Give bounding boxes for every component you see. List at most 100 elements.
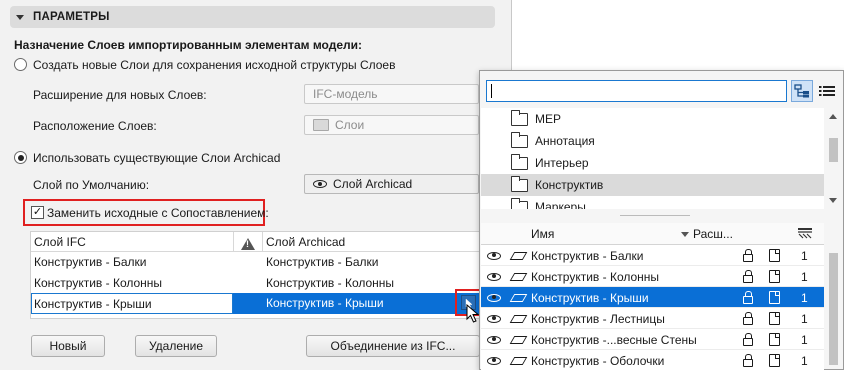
- lock-icon[interactable]: [743, 269, 753, 283]
- table-row-archicad[interactable]: Конструктив - Колонны: [266, 273, 394, 293]
- extension-field: IFC-модель: [304, 84, 479, 104]
- layer-list-scrollbar[interactable]: [825, 245, 841, 370]
- extension-label: Расширение для новых Слоев:: [33, 88, 207, 102]
- 3d-wireframe-icon[interactable]: [509, 293, 528, 302]
- scroll-up-icon[interactable]: [829, 114, 837, 119]
- layer-number: 1: [801, 290, 808, 305]
- replace-checkbox[interactable]: ✓: [31, 206, 44, 219]
- location-field: Слои: [304, 115, 479, 135]
- folder-item-selected[interactable]: Конструктив: [481, 174, 824, 196]
- eye-icon[interactable]: [487, 251, 501, 260]
- table-row-archicad[interactable]: Конструктив - Крыши: [266, 293, 384, 313]
- table-row-archicad[interactable]: Конструктив - Балки: [266, 252, 378, 272]
- folder-icon: [511, 175, 528, 192]
- document-icon[interactable]: [769, 270, 780, 283]
- lock-icon[interactable]: [743, 290, 753, 304]
- layer-row[interactable]: Конструктив - Балки 1: [481, 245, 824, 266]
- settings-panel: ПАРАМЕТРЫ Назначение Слоев импортированн…: [0, 0, 512, 370]
- folder-item[interactable]: Аннотация: [481, 130, 824, 152]
- 3d-wireframe-icon[interactable]: [509, 272, 528, 281]
- intersection-group-icon: [798, 228, 812, 239]
- section-title: ПАРАМЕТРЫ: [33, 11, 110, 23]
- layer-row-selected[interactable]: Конструктив - Крыши 1: [481, 287, 824, 308]
- eye-icon[interactable]: [487, 272, 501, 281]
- delete-button[interactable]: Удаление: [135, 335, 217, 357]
- folder-icon: [511, 109, 528, 126]
- document-icon[interactable]: [769, 312, 780, 325]
- eye-icon[interactable]: [487, 356, 501, 365]
- table-row-ifc[interactable]: Конструктив - Балки: [34, 252, 146, 272]
- layer-name: Конструктив - Оболочки: [531, 353, 665, 368]
- document-icon[interactable]: [769, 291, 780, 304]
- table-row-ifc[interactable]: Конструктив - Крыши: [31, 293, 233, 314]
- default-layer-select[interactable]: Слой Archicad: [304, 174, 479, 194]
- lock-icon[interactable]: [743, 353, 753, 367]
- folder-icon: [511, 153, 528, 170]
- folder-scrollbar[interactable]: [825, 108, 841, 209]
- 3d-wireframe-icon[interactable]: [509, 251, 528, 260]
- eye-icon[interactable]: [487, 293, 501, 302]
- layer-list-header: Имя Расш...: [481, 223, 824, 245]
- layer-name: Конструктив - Балки: [531, 248, 644, 263]
- col-ifc-header[interactable]: Слой IFC: [34, 232, 86, 252]
- folder-label: MEP: [535, 112, 562, 126]
- 3d-wireframe-icon[interactable]: [509, 356, 528, 365]
- col-divider: [262, 232, 263, 252]
- 3d-wireframe-icon[interactable]: [509, 335, 528, 344]
- col-archicad-header[interactable]: Слой Archicad: [266, 232, 345, 252]
- name-column-header[interactable]: Имя: [531, 227, 554, 241]
- collapse-triangle-icon[interactable]: [16, 14, 24, 20]
- layer-number: 1: [801, 311, 808, 326]
- radio-use-existing[interactable]: [14, 151, 27, 164]
- folder-icon: [511, 131, 528, 148]
- layer-row[interactable]: Конструктив - Лестницы 1: [481, 308, 824, 329]
- assign-title: Назначение Слоев импортированным элемент…: [14, 38, 363, 52]
- radio-existing-label: Использовать существующие Слои Archicad: [33, 151, 281, 165]
- list-view-icon[interactable]: [816, 80, 838, 102]
- layer-name: Конструктив - Лестницы: [531, 311, 665, 326]
- folder-item[interactable]: Маркеры: [481, 196, 824, 209]
- new-button[interactable]: Новый: [31, 335, 105, 357]
- 3d-wireframe-icon[interactable]: [509, 314, 528, 323]
- layer-row[interactable]: Конструктив - Оболочки 1: [481, 350, 824, 370]
- folder-label: Маркеры: [535, 200, 586, 209]
- eye-icon[interactable]: [487, 314, 501, 323]
- layer-row[interactable]: Конструктив -...весные Стены 1: [481, 329, 824, 350]
- document-icon[interactable]: [769, 333, 780, 346]
- ext-column-header[interactable]: Расш...: [693, 227, 733, 241]
- folder-tree: MEP Аннотация Интерьер Конструктив Марке…: [481, 108, 824, 209]
- layer-picker-popup: MEP Аннотация Интерьер Конструктив Марке…: [479, 70, 844, 370]
- lock-icon[interactable]: [743, 332, 753, 346]
- layer-list: Имя Расш... Конструктив - Балки 1 Констр…: [481, 223, 824, 370]
- extension-value: IFC-модель: [313, 87, 378, 101]
- document-icon[interactable]: [769, 249, 780, 262]
- mouse-cursor-icon: [466, 304, 480, 323]
- folder-item[interactable]: MEP: [481, 108, 824, 130]
- lock-icon[interactable]: [743, 248, 753, 262]
- search-input[interactable]: [486, 80, 787, 102]
- scroll-thumb[interactable]: [829, 253, 838, 365]
- folder-label: Интерьер: [535, 156, 589, 170]
- eye-icon[interactable]: [487, 335, 501, 344]
- layer-name: Конструктив - Крыши: [531, 290, 649, 305]
- location-value: Слои: [335, 118, 365, 132]
- document-icon[interactable]: [769, 354, 780, 367]
- folder-label: Конструктив: [535, 178, 604, 192]
- scroll-down-icon[interactable]: [829, 198, 837, 203]
- layer-number: 1: [801, 269, 808, 284]
- table-row-ifc[interactable]: Конструктив - Колонны: [34, 273, 162, 293]
- lock-icon[interactable]: [743, 311, 753, 325]
- folder-icon: [313, 119, 329, 131]
- tree-view-icon[interactable]: [791, 80, 813, 102]
- scroll-thumb[interactable]: [829, 138, 838, 162]
- layer-number: 1: [801, 332, 808, 347]
- splitter-handle[interactable]: [620, 215, 690, 216]
- section-header[interactable]: ПАРАМЕТРЫ: [10, 6, 495, 28]
- layer-row[interactable]: Конструктив - Колонны 1: [481, 266, 824, 287]
- radio-create-layers[interactable]: [14, 58, 27, 71]
- text-caret: [491, 84, 492, 98]
- radio-create-label: Создать новые Слои для сохранения исходн…: [33, 58, 396, 72]
- folder-item[interactable]: Интерьер: [481, 152, 824, 174]
- layer-name: Конструктив -...весные Стены: [531, 332, 697, 347]
- merge-from-ifc-button[interactable]: Объединение из IFC...: [306, 335, 480, 357]
